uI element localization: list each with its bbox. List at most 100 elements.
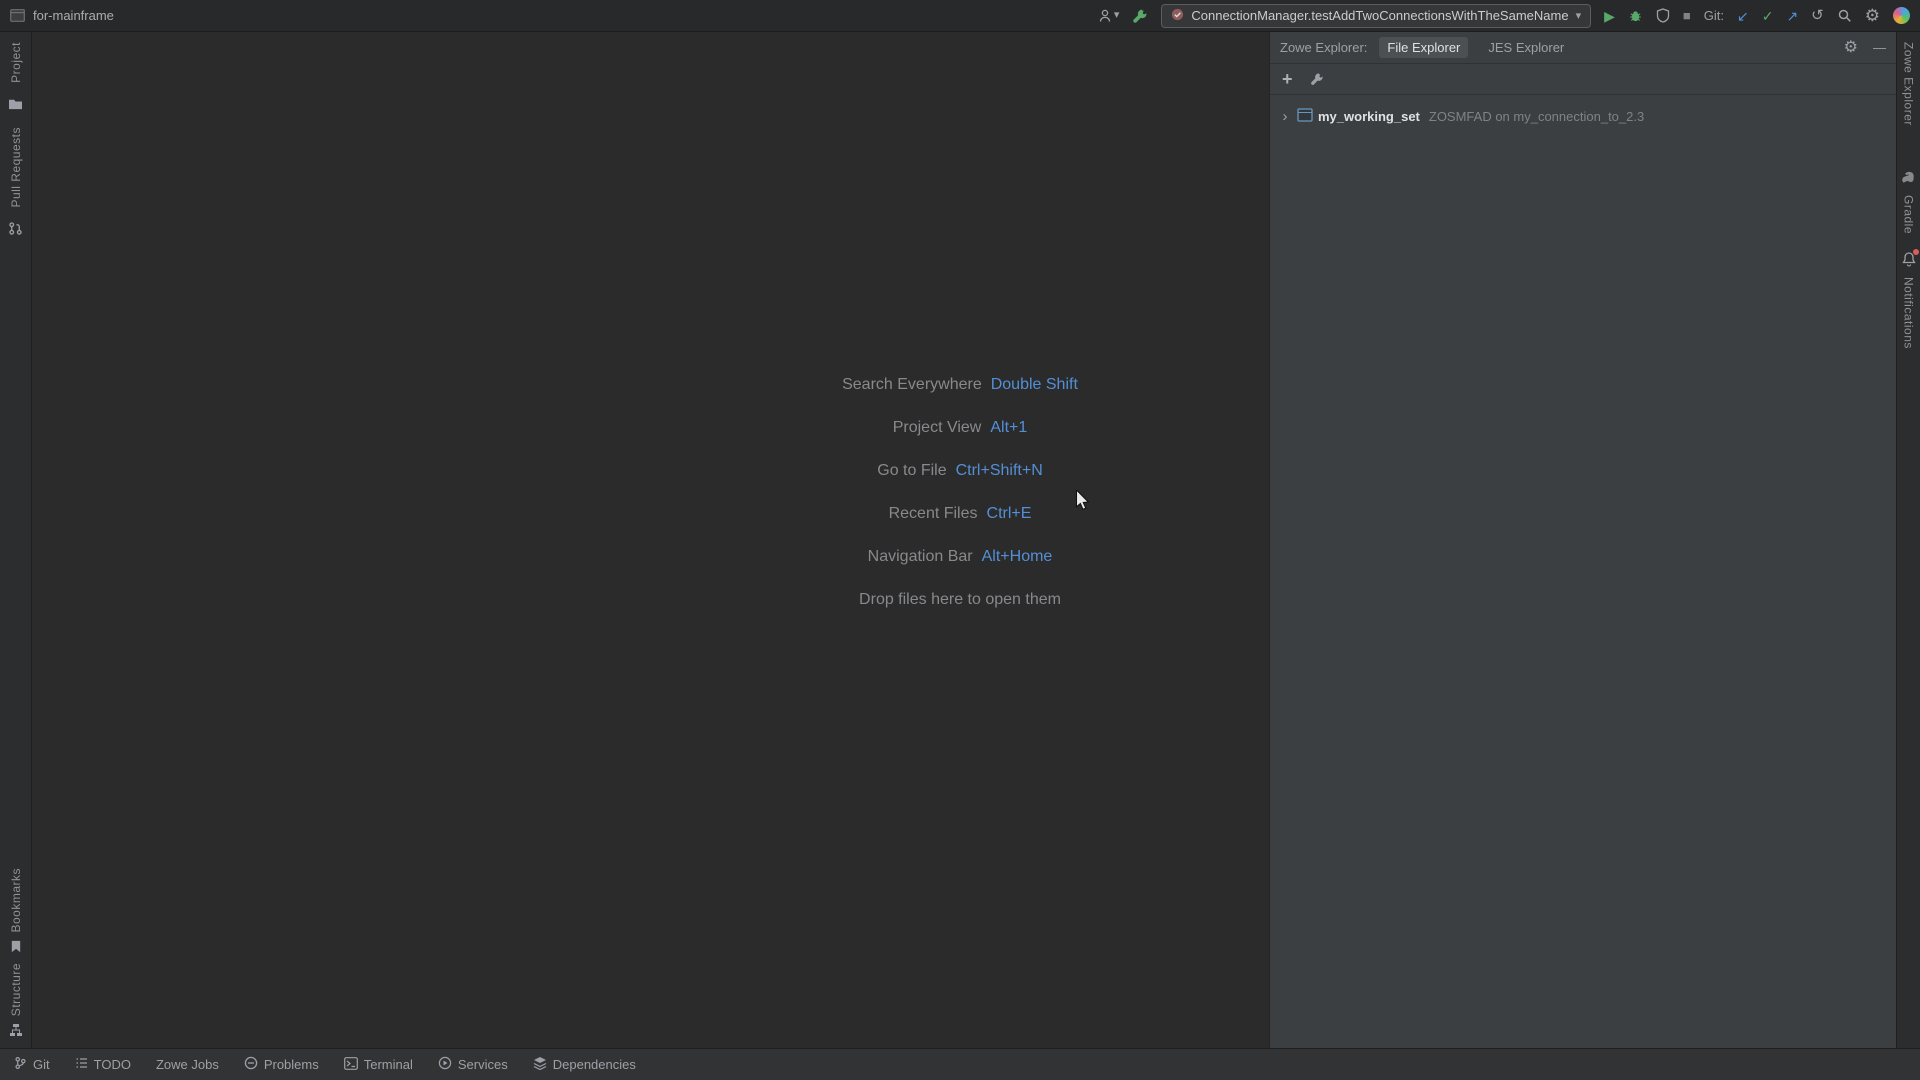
dependencies-icon — [533, 1056, 547, 1073]
editor-shortcut-hints: Search Everywhere Double Shift Project Vi… — [842, 363, 1078, 621]
hide-panel-icon[interactable]: — — [1873, 41, 1886, 54]
run-with-coverage-icon[interactable] — [1656, 8, 1670, 23]
problems-icon — [244, 1056, 258, 1073]
toolwindow-button-bookmarks[interactable]: Bookmarks — [9, 868, 23, 933]
project-title: for-mainframe — [33, 8, 114, 23]
git-rollback-icon[interactable]: ↺ — [1811, 8, 1824, 23]
left-toolwindow-stripe: Project Pull Requests Bookmarks Structur… — [0, 32, 32, 1048]
statusbar: Git TODO Zowe Jobs Problems Terminal Ser… — [0, 1048, 1920, 1080]
hint-shortcut: Double Shift — [990, 376, 1078, 393]
editor-area[interactable] — [32, 32, 1269, 1048]
hint-label: Recent Files — [888, 505, 978, 522]
working-set-detail: ZOSMFAD on my_connection_to_2.3 — [1428, 109, 1645, 124]
hint-row: Go to File Ctrl+Shift+N — [842, 449, 1078, 492]
hint-shortcut: Ctrl+Shift+N — [955, 462, 1043, 479]
statusbar-zowe-jobs[interactable]: Zowe Jobs — [156, 1057, 219, 1072]
gradle-stripe-button[interactable]: Gradle — [1901, 170, 1916, 234]
working-set-name: my_working_set — [1318, 109, 1420, 124]
hint-label: Go to File — [877, 462, 947, 479]
chevron-down-icon: ▾ — [1113, 9, 1120, 21]
chevron-right-icon[interactable]: › — [1278, 108, 1292, 125]
hint-shortcut: Ctrl+E — [986, 505, 1032, 522]
statusbar-todo-label: TODO — [93, 1057, 131, 1072]
hint-row: Recent Files Ctrl+E — [842, 492, 1078, 535]
notifications-stripe-button[interactable]: Notifications — [1901, 248, 1919, 349]
build-wrench-icon[interactable] — [1132, 8, 1148, 24]
search-icon[interactable] — [1837, 8, 1852, 23]
titlebar: for-mainframe ▾ ConnectionManager.testAd… — [0, 0, 1920, 32]
bell-icon — [1901, 248, 1919, 270]
pull-request-icon[interactable] — [8, 221, 23, 239]
tab-jes-explorer[interactable]: JES Explorer — [1480, 37, 1572, 58]
gradle-icon — [1901, 170, 1916, 188]
statusbar-problems-label: Problems — [263, 1057, 319, 1072]
hint-shortcut: Alt+Home — [981, 548, 1053, 565]
run-button[interactable]: ▶ — [1604, 9, 1615, 23]
run-config-icon — [1171, 8, 1184, 24]
settings-gear-icon[interactable]: ⚙ — [1865, 7, 1880, 24]
profile-sphere-icon[interactable] — [1893, 7, 1910, 24]
run-configuration-select[interactable]: ConnectionManager.testAddTwoConnectionsW… — [1161, 3, 1592, 28]
structure-icon[interactable] — [9, 1023, 23, 1040]
statusbar-git[interactable]: Git — [14, 1056, 50, 1073]
hint-shortcut: Alt+1 — [990, 419, 1028, 436]
zowe-explorer-panel: Zowe Explorer: File Explorer JES Explore… — [1269, 32, 1896, 1048]
hint-row: Navigation Bar Alt+Home — [842, 535, 1078, 578]
statusbar-zowe-jobs-label: Zowe Jobs — [155, 1057, 219, 1072]
git-commit-icon[interactable]: ✓ — [1762, 9, 1774, 23]
bookmark-icon[interactable] — [10, 940, 22, 956]
git-update-icon[interactable]: ↙ — [1737, 9, 1749, 23]
statusbar-services-label: Services — [457, 1057, 508, 1072]
toolwindow-button-zowe-explorer[interactable]: Zowe Explorer — [1902, 42, 1916, 126]
git-push-icon[interactable]: ↗ — [1786, 9, 1798, 23]
statusbar-terminal-label: Terminal — [363, 1057, 413, 1072]
services-icon — [438, 1056, 452, 1073]
folder-icon[interactable] — [8, 97, 23, 113]
window-icon — [10, 9, 25, 22]
statusbar-problems[interactable]: Problems — [244, 1056, 319, 1073]
panel-header-actions: ⚙ — — [1844, 39, 1886, 56]
dataset-icon — [1297, 108, 1313, 125]
code-with-me-icon[interactable]: ▾ — [1099, 9, 1120, 23]
tab-file-explorer[interactable]: File Explorer — [1379, 37, 1469, 58]
tree-row-working-set[interactable]: › my_working_set ZOSMFAD on my_connectio… — [1270, 103, 1896, 130]
ide-window: for-mainframe ▾ ConnectionManager.testAd… — [0, 0, 1920, 1080]
statusbar-dependencies-label: Dependencies — [552, 1057, 636, 1072]
chevron-down-icon: ▾ — [1575, 10, 1582, 22]
statusbar-dependencies[interactable]: Dependencies — [533, 1056, 636, 1073]
add-icon[interactable]: + — [1282, 69, 1293, 90]
hint-row: Project View Alt+1 — [842, 406, 1078, 449]
notification-badge — [1912, 248, 1919, 255]
panel-toolbar: + — [1270, 64, 1896, 95]
todo-list-icon — [75, 1057, 88, 1072]
hint-label: Project View — [892, 419, 982, 436]
statusbar-services[interactable]: Services — [438, 1056, 508, 1073]
git-branch-icon — [14, 1056, 27, 1073]
working-set-tree: › my_working_set ZOSMFAD on my_connectio… — [1270, 95, 1896, 138]
left-stripe-bottom: Bookmarks Structure — [9, 868, 23, 1040]
git-toolbar-label: Git: — [1703, 8, 1724, 23]
terminal-icon — [343, 1056, 358, 1073]
hint-row: Search Everywhere Double Shift — [842, 363, 1078, 406]
panel-gear-icon[interactable]: ⚙ — [1844, 39, 1858, 56]
panel-wrench-icon[interactable] — [1310, 72, 1324, 86]
run-config-name: ConnectionManager.testAddTwoConnectionsW… — [1191, 8, 1569, 23]
hint-label: Navigation Bar — [867, 548, 973, 565]
statusbar-todo[interactable]: TODO — [75, 1057, 131, 1072]
statusbar-git-label: Git — [33, 1057, 50, 1072]
toolwindow-button-structure[interactable]: Structure — [9, 963, 23, 1016]
drop-files-hint: Drop files here to open them — [859, 591, 1061, 608]
hint-label: Search Everywhere — [842, 376, 982, 393]
debug-bug-icon[interactable] — [1628, 8, 1643, 23]
panel-header: Zowe Explorer: File Explorer JES Explore… — [1270, 32, 1896, 64]
toolwindow-button-project[interactable]: Project — [9, 42, 23, 83]
right-toolwindow-stripe: Zowe Explorer Gradle Notifications — [1896, 32, 1920, 1048]
hint-row: Drop files here to open them — [842, 578, 1078, 621]
toolwindow-button-pull-requests[interactable]: Pull Requests — [9, 127, 23, 208]
titlebar-toolbar: ▾ ConnectionManager.testAddTwoConnection… — [1099, 3, 1910, 28]
stop-button: ■ — [1682, 8, 1691, 23]
gradle-label: Gradle — [1901, 194, 1916, 234]
notifications-label: Notifications — [1901, 276, 1916, 349]
panel-title: Zowe Explorer: — [1280, 40, 1368, 55]
statusbar-terminal[interactable]: Terminal — [343, 1056, 413, 1073]
